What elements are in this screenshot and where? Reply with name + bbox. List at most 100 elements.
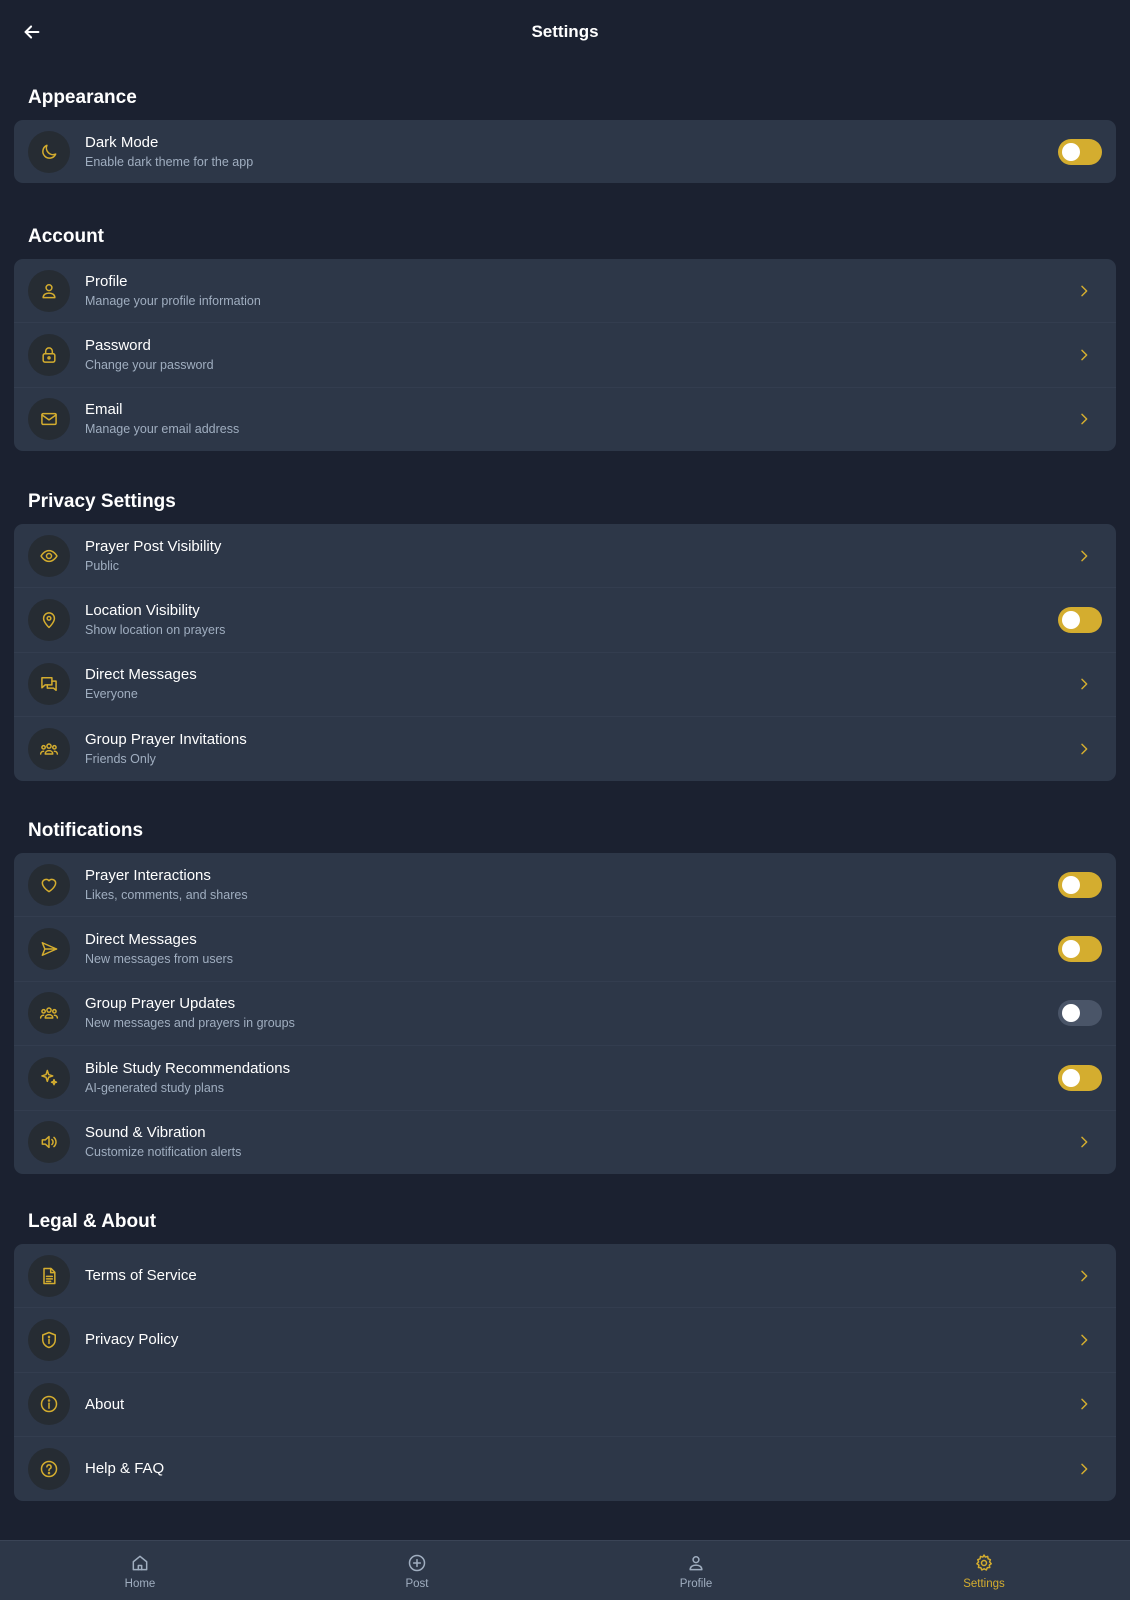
settings-row-email[interactable]: Email Manage your email address <box>14 386 1116 452</box>
chevron-right-icon <box>1081 678 1088 690</box>
toggle-knob <box>1062 875 1080 894</box>
settings-row-about[interactable]: About <box>14 1371 1116 1437</box>
row-text: Direct Messages Everyone <box>85 665 1074 703</box>
mail-icon <box>41 413 57 426</box>
row-title: Profile <box>85 272 128 290</box>
section-title: Privacy Settings <box>28 491 176 512</box>
row-icon-badge <box>28 863 70 906</box>
section-title: Account <box>28 226 104 247</box>
settings-row-terms-of-service[interactable]: Terms of Service <box>14 1244 1116 1307</box>
chevron-right-icon <box>1081 743 1088 755</box>
row-icon-badge <box>28 1318 70 1361</box>
row-text: Email Manage your email address <box>85 400 1074 438</box>
row-subtitle: Change your password <box>85 357 214 372</box>
nav-settings[interactable]: Settings <box>924 1541 1044 1600</box>
settings-row-direct-messages[interactable]: Direct Messages New messages from users <box>14 916 1116 981</box>
section-title: Notifications <box>28 820 144 841</box>
row-title: Dark Mode <box>85 133 159 151</box>
send-icon <box>41 941 58 956</box>
row-text: Prayer Interactions Likes, comments, and … <box>85 866 1058 904</box>
nav-home[interactable]: Home <box>80 1541 200 1600</box>
help-icon <box>40 1460 58 1477</box>
chevron-right-icon <box>1074 1459 1094 1479</box>
row-icon-badge <box>28 130 70 173</box>
row-title: Privacy Policy <box>85 1331 179 1349</box>
settings-row-location-visibility[interactable]: Location Visibility Show location on pray… <box>14 587 1116 652</box>
toggle-switch[interactable] <box>1058 138 1102 165</box>
user-icon <box>689 1555 703 1570</box>
toggle-switch[interactable] <box>1058 935 1102 962</box>
settings-row-password[interactable]: Password Change your password <box>14 322 1116 387</box>
row-text: Terms of Service <box>85 1266 1074 1285</box>
toggle-switch[interactable] <box>1058 606 1102 633</box>
chevron-right-icon <box>1074 1132 1094 1152</box>
row-subtitle: Show location on prayers <box>85 622 226 637</box>
row-text: Prayer Post Visibility Public <box>85 537 1074 575</box>
section-title: Appearance <box>28 87 137 108</box>
row-icon-badge <box>28 927 70 970</box>
row-icon-badge <box>28 1447 70 1490</box>
row-icon-badge <box>28 269 70 312</box>
row-text: Profile Manage your profile information <box>85 272 1074 310</box>
row-icon-badge <box>28 1056 70 1099</box>
sparkles-icon <box>41 1069 58 1086</box>
settings-row-prayer-interactions[interactable]: Prayer Interactions Likes, comments, and … <box>14 853 1116 916</box>
nav-post[interactable]: Post <box>357 1541 477 1600</box>
row-title: Direct Messages <box>85 930 197 948</box>
row-icon-badge <box>28 333 70 376</box>
row-text: Sound & Vibration Customize notification … <box>85 1123 1074 1161</box>
chevron-right-icon <box>1081 1270 1088 1281</box>
nav-profile[interactable]: Profile <box>636 1541 756 1600</box>
section-legal-about: Legal & About Terms of Service Privacy Pol… <box>14 1210 1116 1501</box>
row-title: Direct Messages <box>85 666 197 684</box>
document-icon <box>43 1267 56 1284</box>
row-subtitle: Manage your email address <box>85 422 240 437</box>
row-title: Email <box>85 401 123 419</box>
row-subtitle: AI-generated study plans <box>85 1080 224 1095</box>
lock-icon <box>42 347 56 363</box>
row-text: Dark Mode Enable dark theme for the app <box>85 133 1058 171</box>
nav-label: Post <box>405 1577 429 1590</box>
chevron-right-icon <box>1081 1334 1088 1346</box>
settings-card: Dark Mode Enable dark theme for the app <box>14 120 1116 183</box>
row-subtitle: Manage your profile information <box>85 293 261 308</box>
row-subtitle: Customize notification alerts <box>85 1145 242 1160</box>
chevron-right-icon <box>1081 349 1088 361</box>
settings-row-help-faq[interactable]: Help & FAQ <box>14 1436 1116 1501</box>
settings-row-prayer-post-visibility[interactable]: Prayer Post Visibility Public <box>14 524 1116 587</box>
toggle-switch[interactable] <box>1058 1064 1102 1091</box>
settings-row-profile[interactable]: Profile Manage your profile information <box>14 259 1116 322</box>
settings-row-group-prayer-updates[interactable]: Group Prayer Updates New messages and pra… <box>14 980 1116 1046</box>
row-subtitle: New messages from users <box>85 951 233 966</box>
group-icon <box>39 1007 59 1019</box>
settings-row-privacy-policy[interactable]: Privacy Policy <box>14 1307 1116 1372</box>
toggle-switch[interactable] <box>1058 1000 1102 1027</box>
settings-row-bible-study-recommendations[interactable]: Bible Study Recommendations AI-generated … <box>14 1045 1116 1110</box>
settings-row-sound-vibration[interactable]: Sound & Vibration Customize notification … <box>14 1109 1116 1175</box>
chevron-right-icon <box>1074 1330 1094 1350</box>
row-title: Prayer Post Visibility <box>85 537 222 555</box>
nav-label: Profile <box>679 1577 713 1590</box>
settings-row-dark-mode[interactable]: Dark Mode Enable dark theme for the app <box>14 120 1116 183</box>
arrow-left-icon <box>24 25 40 39</box>
row-title: Password <box>85 336 151 354</box>
chevron-right-icon <box>1074 281 1094 301</box>
row-title: Prayer Interactions <box>85 866 211 884</box>
settings-card: Terms of Service Privacy Policy About Help … <box>14 1244 1116 1501</box>
row-subtitle: Enable dark theme for the app <box>85 154 254 169</box>
user-icon <box>42 283 56 298</box>
settings-row-direct-messages[interactable]: Direct Messages Everyone <box>14 651 1116 717</box>
row-icon-badge <box>28 1254 70 1297</box>
back-button[interactable] <box>20 20 44 44</box>
gear-icon <box>976 1553 992 1571</box>
toggle-switch[interactable] <box>1058 871 1102 898</box>
section-title: Legal & About <box>28 1211 157 1232</box>
row-icon-badge <box>28 398 70 441</box>
home-icon <box>132 1555 148 1570</box>
row-subtitle: Public <box>85 558 120 573</box>
group-icon <box>39 743 59 755</box>
settings-row-group-prayer-invitations[interactable]: Group Prayer Invitations Friends Only <box>14 716 1116 781</box>
chevron-right-icon <box>1074 739 1094 759</box>
chevron-right-icon <box>1081 1398 1088 1410</box>
row-text: Group Prayer Updates New messages and pra… <box>85 994 1058 1032</box>
